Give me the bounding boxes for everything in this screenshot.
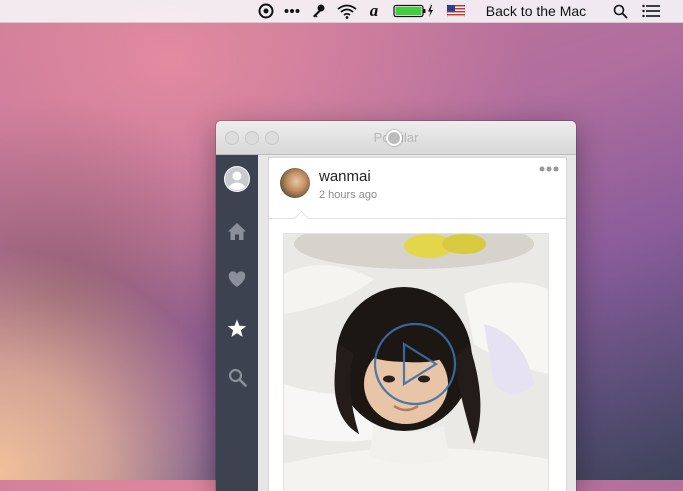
- sidebar-item-popular[interactable]: [216, 310, 258, 346]
- user-menu[interactable]: Back to the Mac: [478, 0, 594, 22]
- app-window: Popular wanmai 2 hours ago: [216, 121, 576, 491]
- post-username[interactable]: wanmai: [319, 168, 371, 185]
- sidebar-item-search[interactable]: [216, 359, 258, 395]
- user-icon: [224, 166, 250, 192]
- feed[interactable]: wanmai 2 hours ago: [258, 155, 576, 491]
- user-menu-label: Back to the Mac: [485, 3, 587, 19]
- spotlight-search-icon[interactable]: [610, 0, 630, 22]
- avatar[interactable]: [280, 168, 310, 198]
- post-timestamp: 2 hours ago: [319, 189, 378, 201]
- play-icon[interactable]: [373, 322, 457, 406]
- sidebar: [216, 155, 258, 491]
- sidebar-item-home[interactable]: [216, 213, 258, 249]
- home-icon: [228, 222, 246, 240]
- us-flag-icon[interactable]: [446, 0, 466, 22]
- key-icon[interactable]: [308, 0, 328, 22]
- sidebar-item-profile[interactable]: [216, 161, 258, 197]
- search-icon: [228, 368, 247, 387]
- loading-indicator-icon: [386, 130, 402, 146]
- post-media[interactable]: [283, 233, 549, 491]
- post-card: wanmai 2 hours ago: [268, 157, 567, 491]
- sidebar-item-likes[interactable]: [216, 261, 258, 297]
- battery-icon[interactable]: [392, 0, 436, 22]
- wifi-icon[interactable]: [336, 0, 358, 22]
- more-options-icon[interactable]: [538, 160, 560, 178]
- title-bar[interactable]: Popular: [216, 121, 576, 155]
- post-photo: [284, 234, 548, 491]
- a-icon[interactable]: a: [366, 0, 382, 22]
- post-header: wanmai 2 hours ago: [269, 158, 566, 219]
- notification-center-icon[interactable]: [640, 0, 662, 22]
- heart-icon: [228, 271, 246, 287]
- target-icon[interactable]: [256, 0, 276, 22]
- menu-bar: a Back to the Mac: [0, 0, 683, 23]
- more-dots-icon[interactable]: [282, 0, 302, 22]
- star-icon: [227, 319, 247, 337]
